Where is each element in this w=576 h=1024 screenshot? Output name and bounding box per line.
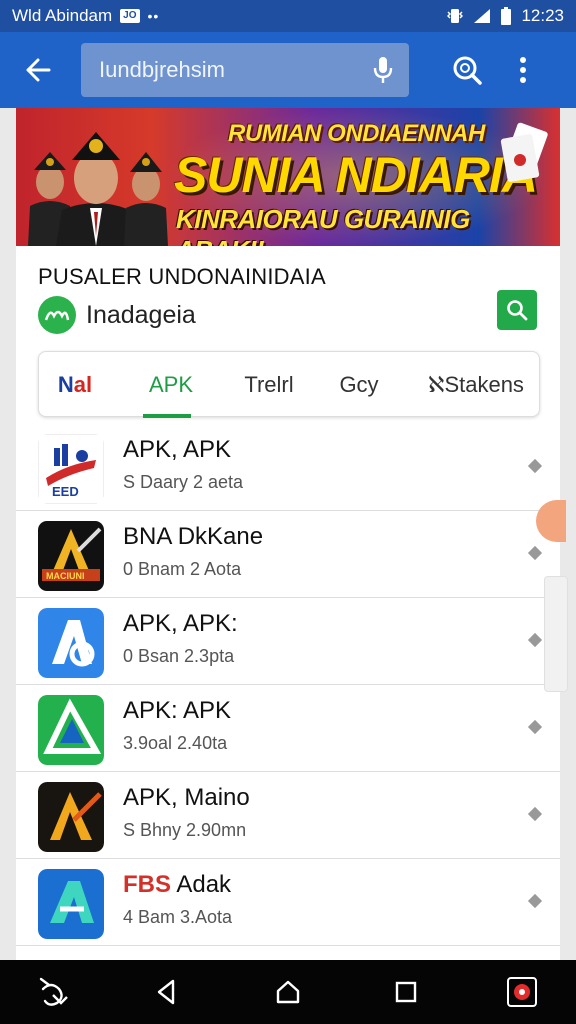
- tab-gcy-label: Gcy: [339, 372, 379, 397]
- content-area: RUMIAN ONDIAENNAH SUNIA NDIARIA KINRAIOR…: [16, 108, 560, 960]
- item-title: APK, APK: [123, 436, 232, 463]
- notification-badge: JO: [120, 9, 140, 23]
- page-title: PUSALER UNDONAINIDAIA: [38, 264, 326, 289]
- svg-text:MACIUNI: MACIUNI: [46, 571, 85, 581]
- app-bar: Iundbjrehsim: [0, 32, 576, 108]
- brand-logo-icon: [38, 296, 76, 334]
- gold-a-dark-icon: [38, 782, 104, 852]
- scrollbar[interactable]: [544, 576, 568, 692]
- search-zoom-icon: [453, 56, 482, 85]
- zoom-search-button[interactable]: [439, 32, 495, 108]
- search-query-text: Iundbjrehsim: [99, 57, 225, 82]
- brand-row[interactable]: Inadageia: [38, 296, 196, 334]
- item-more-icon[interactable]: [527, 632, 543, 648]
- gold-a-game-icon: MACIUNI: [38, 521, 104, 591]
- tab-trend[interactable]: Trelrl: [229, 352, 309, 418]
- item-subtitle: 3.9oal 2.40ta: [123, 733, 228, 753]
- list-item[interactable]: FBS Adak 4 Bam 3.Aota: [16, 859, 560, 946]
- list-item[interactable]: EED APK, APK S Daary 2 aeta: [16, 424, 560, 511]
- clock-time: 12:23: [521, 6, 564, 25]
- item-more-icon[interactable]: [527, 458, 543, 474]
- tab-selected-indicator: [143, 414, 191, 418]
- notification-dots: ••: [147, 8, 160, 24]
- tab-trend-label: Trelrl: [244, 372, 294, 397]
- signal-icon: [473, 8, 491, 24]
- people-figure-image: [28, 132, 168, 246]
- item-subtitle: 4 Bam 3.Aota: [123, 907, 233, 927]
- category-tabs: Nal APK Trelrl Gcy ℵStakens: [38, 351, 540, 418]
- back-arrow-icon: [26, 58, 51, 82]
- vibrate-icon: [447, 7, 464, 25]
- mic-icon: [373, 57, 393, 83]
- item-title: BNA DkKane: [123, 523, 264, 550]
- recents-square-icon: [395, 981, 417, 1003]
- search-input[interactable]: Iundbjrehsim: [81, 43, 409, 97]
- promo-banner[interactable]: RUMIAN ONDIAENNAH SUNIA NDIARIA KINRAIOR…: [16, 108, 560, 246]
- item-more-icon[interactable]: [527, 893, 543, 909]
- tab-nal-label-2: al: [73, 372, 93, 397]
- banner-line-1: RUMIAN ONDIAENNAH: [228, 120, 485, 147]
- tab-nal-label-1: N: [57, 372, 74, 397]
- item-subtitle: S Bhny 2.90mn: [123, 820, 247, 840]
- list-item[interactable]: APK, Maino S Bhny 2.90mn: [16, 772, 560, 859]
- search-icon: [507, 300, 528, 321]
- gesture-icon: [39, 977, 68, 1006]
- status-bar: Wld Abindam JO •• 12:23: [0, 0, 576, 32]
- blue-a-app-icon: [38, 608, 104, 678]
- eed-logo-icon: EED: [38, 434, 104, 504]
- store-search-button[interactable]: [497, 290, 537, 330]
- banner-line-3: KINRAIORAU GURAINIG ABAKI!: [176, 204, 470, 246]
- app-list: EED APK, APK S Daary 2 aeta MACIUNI BNA …: [16, 424, 560, 946]
- back-nav-button[interactable]: [146, 972, 186, 1012]
- home-nav-button[interactable]: [268, 972, 308, 1012]
- back-triangle-icon: [157, 979, 175, 1005]
- tab-gcy[interactable]: Gcy: [329, 352, 389, 418]
- tab-stakens-label: ℵStakens: [428, 372, 524, 397]
- tab-apk[interactable]: APK: [135, 352, 207, 418]
- item-title-prefix: FBS: [123, 871, 171, 898]
- brand-name: Inadageia: [86, 300, 196, 329]
- item-more-icon[interactable]: [527, 806, 543, 822]
- tab-apk-label: APK: [148, 372, 194, 397]
- banner-line-2: SUNIA NDIARIA: [174, 147, 538, 203]
- item-title: APK, Maino: [123, 784, 250, 811]
- recents-nav-button[interactable]: [386, 972, 426, 1012]
- home-circle-icon: [276, 980, 300, 1004]
- battery-icon: [501, 7, 512, 25]
- gesture-button[interactable]: [34, 972, 74, 1012]
- tab-nal[interactable]: Nal: [45, 352, 105, 418]
- mic-button[interactable]: [371, 55, 395, 85]
- screen-record-icon: [507, 977, 537, 1007]
- item-title: APK: APK: [123, 697, 232, 724]
- item-more-icon[interactable]: [527, 719, 543, 735]
- item-title: FBS Adak: [123, 871, 231, 899]
- item-title-text: Adak: [176, 871, 232, 898]
- item-subtitle: 0 Bnam 2 Aota: [123, 559, 242, 579]
- carrier-label: Wld Abindam: [12, 6, 113, 25]
- more-options-button[interactable]: [495, 32, 551, 108]
- list-item[interactable]: APK, APK: 0 Bsan 2.3pta: [16, 598, 560, 685]
- item-more-icon[interactable]: [527, 545, 543, 561]
- item-subtitle: S Daary 2 aeta: [123, 472, 244, 492]
- list-item[interactable]: MACIUNI BNA DkKane 0 Bnam 2 Aota: [16, 511, 560, 598]
- playing-cards-icon: [500, 122, 548, 182]
- list-item[interactable]: APK: APK 3.9oal 2.40ta: [16, 685, 560, 772]
- item-title: APK, APK:: [123, 610, 238, 637]
- more-vert-icon: [520, 57, 526, 83]
- green-a-app-icon: [38, 695, 104, 765]
- back-button[interactable]: [0, 32, 76, 108]
- svg-text:EED: EED: [52, 484, 79, 499]
- teal-a-app-icon: [38, 869, 104, 939]
- screen-record-button[interactable]: [502, 972, 542, 1012]
- tab-stakens[interactable]: ℵStakens: [413, 352, 539, 418]
- navigation-bar: [0, 960, 576, 1024]
- item-subtitle: 0 Bsan 2.3pta: [123, 646, 235, 666]
